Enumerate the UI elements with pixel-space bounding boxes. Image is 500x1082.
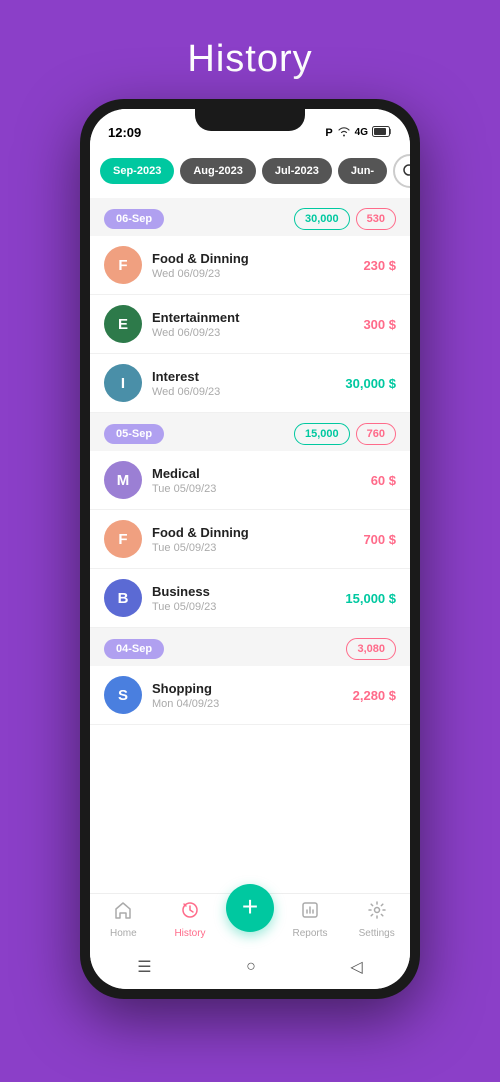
nav-settings-label: Settings [359,928,395,939]
fab-button[interactable]: + [223,908,276,932]
transaction-food-dinning-2: F Food & Dinning Tue 05/09/23 700 $ [90,510,410,569]
home-icon [113,900,133,925]
date-totals-sep05: 15,000 760 [294,423,396,445]
date-totals-sep04: 3,080 [346,638,396,660]
notch [195,109,305,131]
search-button[interactable] [393,154,410,188]
tab-aug2023[interactable]: Aug-2023 [180,158,256,184]
tx-name-2: Entertainment [152,310,363,325]
tx-name-6: Business [152,584,345,599]
tx-date-5: Tue 05/09/23 [152,542,363,554]
phone-wrapper: 12:09 P 4G [80,99,420,999]
date-badge-sep06: 06-Sep [104,209,164,229]
history-icon [180,900,200,925]
fab-add-button[interactable]: + [226,884,274,932]
tx-amount-6: 15,000 $ [345,591,396,606]
tx-name-3: Interest [152,369,345,384]
tx-info-6: Business Tue 05/09/23 [152,584,345,613]
battery-icon [372,126,392,140]
signal-icon: 4G [355,127,368,138]
expense-badge-sep06: 530 [356,208,396,230]
tx-info-2: Entertainment Wed 06/09/23 [152,310,363,339]
content-area: 06-Sep 30,000 530 F Food & Dinning Wed 0… [90,198,410,893]
tab-jul2023[interactable]: Jul-2023 [262,158,332,184]
tx-info-4: Medical Tue 05/09/23 [152,466,371,495]
back-icon: ◁ [350,957,362,977]
tx-date-7: Mon 04/09/23 [152,698,353,710]
avatar-f-1: F [104,246,142,284]
date-header-sep06: 06-Sep 30,000 530 [90,198,410,236]
transaction-interest: I Interest Wed 06/09/23 30,000 $ [90,354,410,413]
date-header-sep04: 04-Sep 3,080 [90,628,410,666]
tx-amount-3: 30,000 $ [345,376,396,391]
tx-amount-1: 230 $ [363,258,396,273]
phone-screen: 12:09 P 4G [90,109,410,989]
reports-icon [300,900,320,925]
nav-home[interactable]: Home [90,900,157,939]
avatar-b: B [104,579,142,617]
transaction-entertainment: E Entertainment Wed 06/09/23 300 $ [90,295,410,354]
tx-amount-7: 2,280 $ [353,688,396,703]
expense-badge-sep05: 760 [356,423,396,445]
tx-date-1: Wed 06/09/23 [152,268,363,280]
status-time: 12:09 [108,125,141,140]
month-tabs-container: Sep-2023 Aug-2023 Jul-2023 Jun- [90,144,410,198]
tx-name-7: Shopping [152,681,353,696]
tx-date-3: Wed 06/09/23 [152,386,345,398]
tx-name-1: Food & Dinning [152,251,363,266]
tx-info-7: Shopping Mon 04/09/23 [152,681,353,710]
tab-sep2023[interactable]: Sep-2023 [100,158,174,184]
transaction-shopping: S Shopping Mon 04/09/23 2,280 $ [90,666,410,725]
date-totals-sep06: 30,000 530 [294,208,396,230]
nav-settings[interactable]: Settings [343,900,410,939]
tx-amount-4: 60 $ [371,473,396,488]
avatar-s: S [104,676,142,714]
tx-info-5: Food & Dinning Tue 05/09/23 [152,525,363,554]
home-circle-icon: ○ [246,958,256,976]
p-icon: P [325,127,332,139]
android-nav-bar: ☰ ○ ◁ [90,949,410,989]
page-title: History [187,38,312,81]
add-icon: + [242,893,258,921]
nav-reports[interactable]: Reports [277,900,344,939]
tx-name-4: Medical [152,466,371,481]
avatar-f-2: F [104,520,142,558]
tx-date-4: Tue 05/09/23 [152,483,371,495]
tx-info-3: Interest Wed 06/09/23 [152,369,345,398]
transaction-food-dinning-1: F Food & Dinning Wed 06/09/23 230 $ [90,236,410,295]
search-icon [402,163,410,179]
date-badge-sep05: 05-Sep [104,424,164,444]
tx-amount-2: 300 $ [363,317,396,332]
transaction-business: B Business Tue 05/09/23 15,000 $ [90,569,410,628]
nav-history[interactable]: History [157,900,224,939]
transaction-medical: M Medical Tue 05/09/23 60 $ [90,451,410,510]
income-badge-sep05: 15,000 [294,423,350,445]
tx-info-1: Food & Dinning Wed 06/09/23 [152,251,363,280]
expense-badge-sep04: 3,080 [346,638,396,660]
tx-amount-5: 700 $ [363,532,396,547]
tx-name-5: Food & Dinning [152,525,363,540]
income-badge-sep06: 30,000 [294,208,350,230]
tab-jun2023[interactable]: Jun- [338,158,387,184]
date-header-sep05: 05-Sep 15,000 760 [90,413,410,451]
settings-icon [367,900,387,925]
status-icons: P 4G [325,125,392,140]
nav-home-label: Home [110,928,137,939]
wifi-icon [337,125,351,140]
tx-date-2: Wed 06/09/23 [152,327,363,339]
nav-reports-label: Reports [293,928,328,939]
avatar-m: M [104,461,142,499]
date-badge-sep04: 04-Sep [104,639,164,659]
nav-history-label: History [174,928,205,939]
menu-icon: ☰ [137,957,151,977]
avatar-e: E [104,305,142,343]
avatar-i: I [104,364,142,402]
bottom-nav: Home History + [90,893,410,949]
tx-date-6: Tue 05/09/23 [152,601,345,613]
